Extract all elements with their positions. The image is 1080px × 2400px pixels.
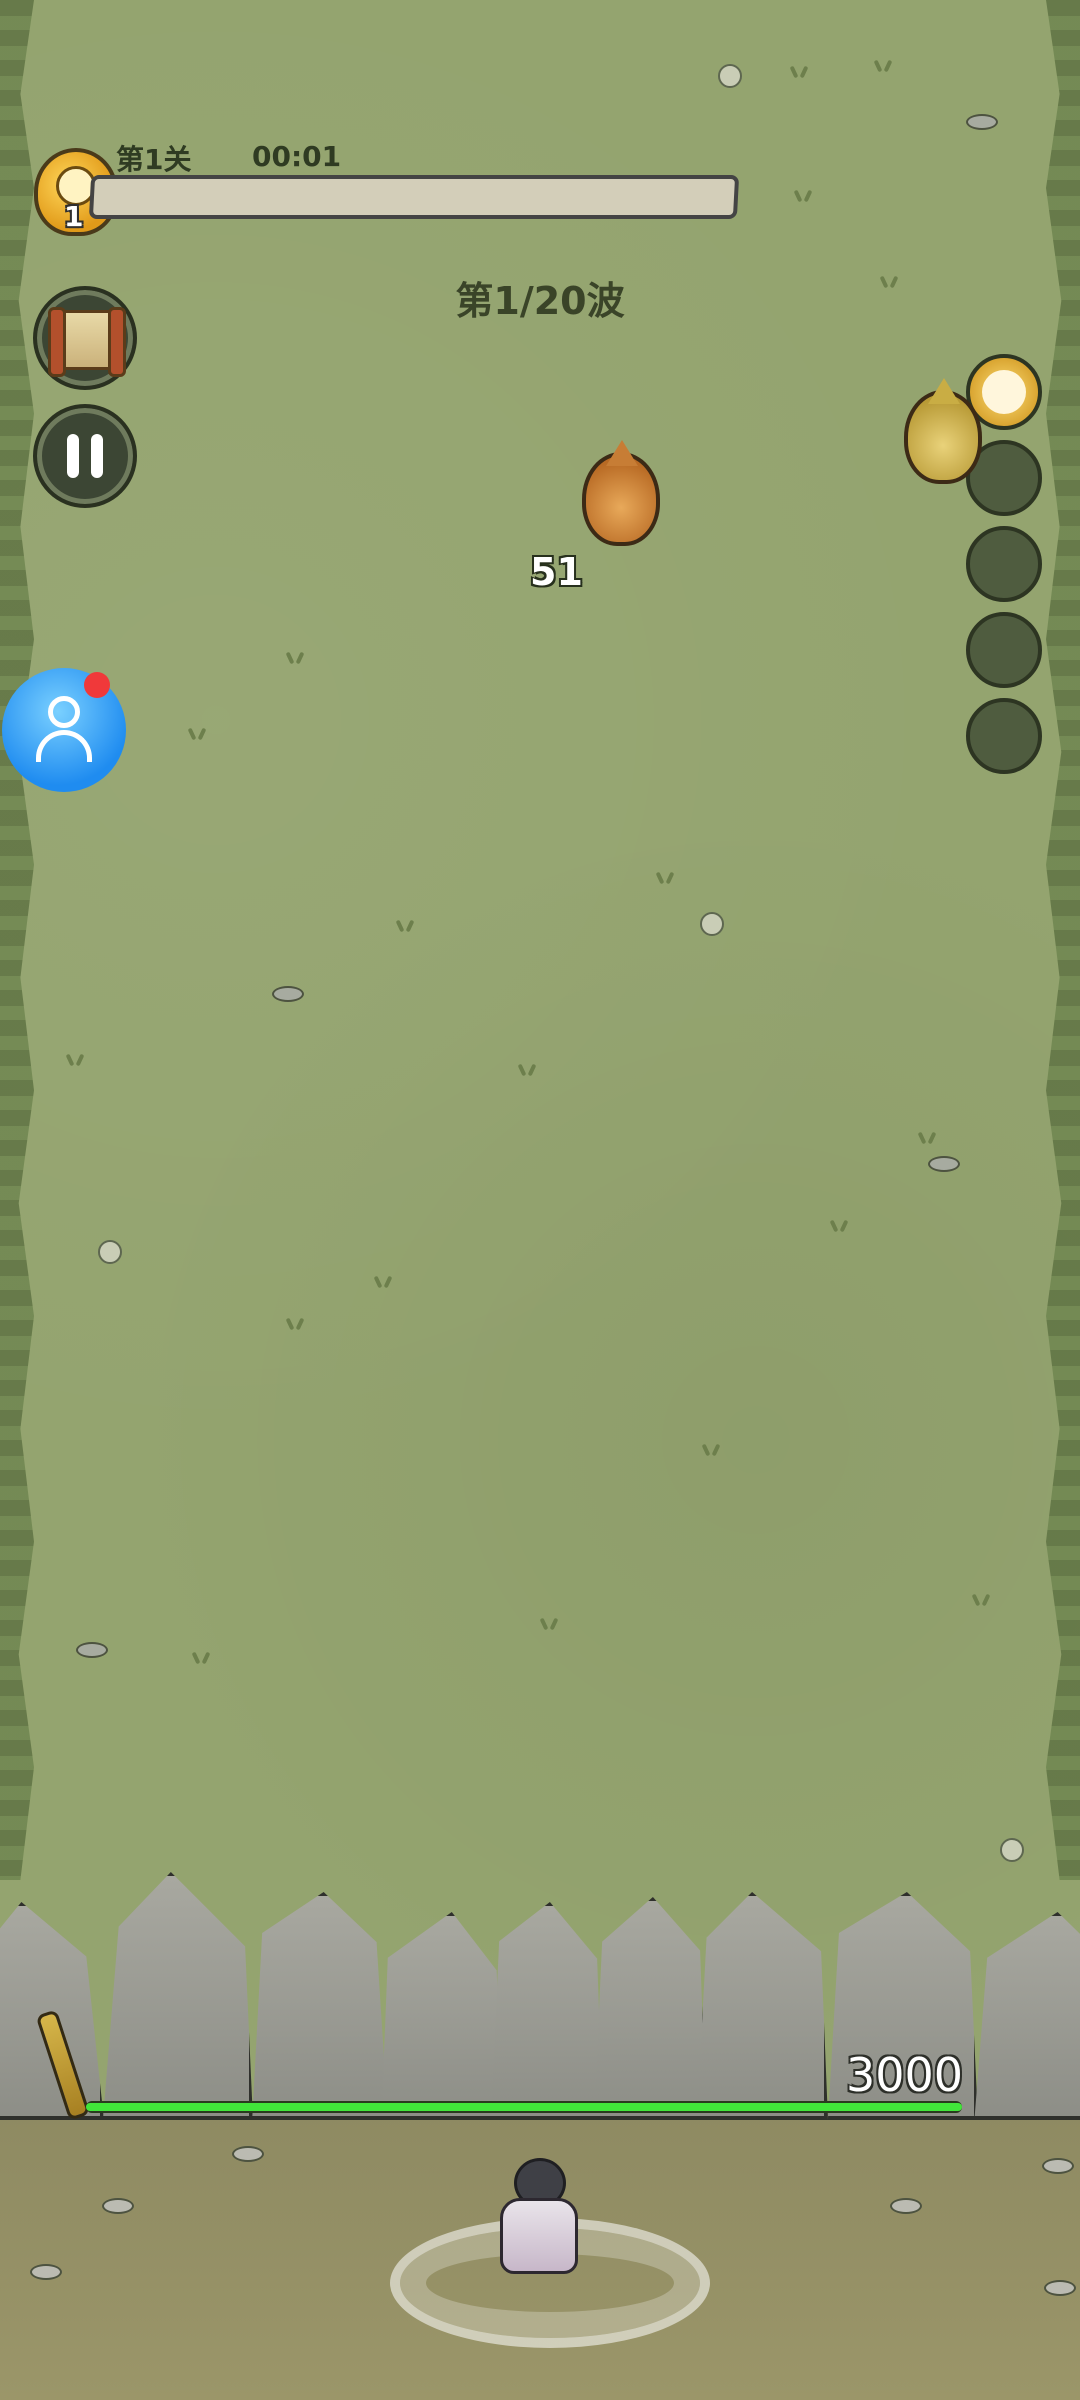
- flower-decoration: [700, 912, 724, 936]
- grass-tuft: [914, 1132, 940, 1144]
- grass-tuft: [968, 1594, 994, 1606]
- profile-button[interactable]: [2, 668, 126, 792]
- pebble-decoration: [30, 2264, 62, 2280]
- pause-button[interactable]: [33, 404, 137, 508]
- hero-character: [494, 2158, 580, 2278]
- level-badge-number: 1: [64, 200, 84, 233]
- stage-progress-fill: [93, 179, 95, 215]
- pebble-decoration: [1042, 2158, 1074, 2174]
- grass-tuft: [184, 728, 210, 740]
- pebble-decoration: [928, 1156, 960, 1172]
- wall-hp-bar: [86, 2101, 962, 2113]
- user-icon: [36, 692, 92, 764]
- damage-number: 51: [530, 550, 583, 594]
- grass-tuft: [826, 1220, 852, 1232]
- grass-tuft: [698, 1444, 724, 1456]
- grass-tuft: [790, 190, 816, 202]
- map-scroll-button[interactable]: [33, 286, 137, 390]
- pebble-decoration: [102, 2198, 134, 2214]
- grass-tuft: [514, 1064, 540, 1076]
- grass-tuft: [652, 872, 678, 884]
- hero-body: [500, 2198, 578, 2274]
- bird-icon: [982, 370, 1026, 414]
- grass-tuft: [536, 1618, 562, 1630]
- wave-counter: 第1/20波: [455, 279, 625, 323]
- flower-decoration: [98, 1240, 122, 1264]
- grass-tuft: [62, 1054, 88, 1066]
- grass-tuft: [392, 920, 418, 932]
- pebble-decoration: [966, 114, 998, 130]
- stage-progress-bar: [88, 175, 740, 219]
- pebble-decoration: [1044, 2280, 1076, 2296]
- grass-tuft: [786, 66, 812, 78]
- flower-decoration: [1000, 1838, 1024, 1862]
- notification-dot: [84, 672, 110, 698]
- pebble-decoration: [272, 986, 304, 1002]
- skill-slot-5[interactable]: [966, 698, 1042, 774]
- grass-tuft: [870, 60, 896, 72]
- level-timer: 00:01: [252, 140, 342, 173]
- pebble-decoration: [232, 2146, 264, 2162]
- pebble-decoration: [890, 2198, 922, 2214]
- grass-tuft: [370, 1276, 396, 1288]
- skill-slot-3[interactable]: [966, 526, 1042, 602]
- yellow-enemy: [904, 378, 982, 484]
- scroll-icon: [48, 307, 126, 377]
- wall-hp-value: 3000: [846, 2048, 964, 2102]
- pause-icon: [67, 434, 103, 478]
- orange-enemy: [582, 440, 660, 546]
- wall-hp-fill: [86, 2103, 962, 2111]
- skill-slot-4[interactable]: [966, 612, 1042, 688]
- grass-tuft: [282, 1318, 308, 1330]
- grass-tuft: [282, 652, 308, 664]
- grass-tuft: [188, 1652, 214, 1664]
- pebble-decoration: [76, 1642, 108, 1658]
- flower-decoration: [718, 64, 742, 88]
- level-title: 第1关: [116, 143, 192, 176]
